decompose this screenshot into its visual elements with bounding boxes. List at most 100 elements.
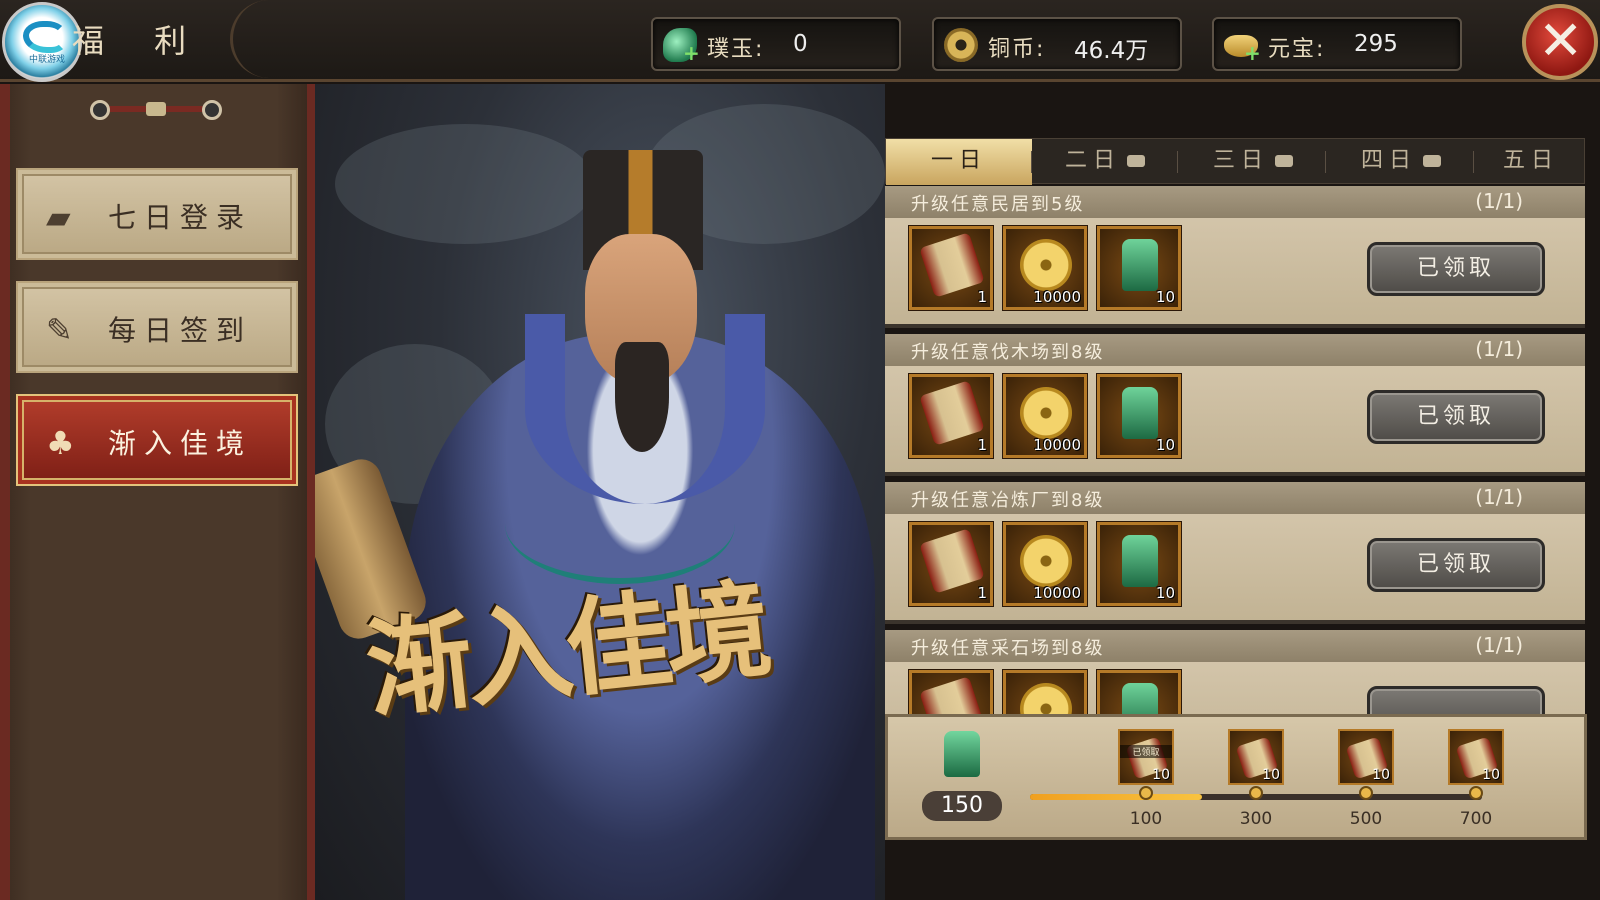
close-button[interactable]: ✕	[1522, 4, 1598, 80]
reward-item[interactable]	[909, 670, 993, 714]
milestone-reward-700[interactable]: 10	[1448, 729, 1504, 785]
milestone-node	[1359, 786, 1373, 800]
jade-value: 0	[793, 31, 808, 57]
tab-day-1[interactable]: 一日	[886, 139, 1032, 185]
ingot-value: 295	[1354, 31, 1398, 57]
ingot-label: 元宝:	[1268, 37, 1326, 62]
task-list[interactable]: 升级任意民居到5级 (1/1) 1 10000 10 已领取 升级任意伐木场到8…	[885, 186, 1587, 714]
jade-lantern-icon	[1122, 387, 1158, 439]
task-card: 升级任意民居到5级 (1/1) 1 10000 10 已领取	[885, 186, 1585, 328]
jade-resource[interactable]: + 璞玉: 0	[651, 17, 901, 71]
tab-day-4[interactable]: 四日	[1328, 139, 1474, 185]
milestone-fill	[1030, 794, 1202, 800]
reward-qty: 10	[1155, 288, 1175, 306]
copper-coin-icon	[944, 28, 978, 62]
reward-item[interactable]: 10000	[1003, 522, 1087, 606]
sidebar-item-label: 七日登录	[108, 201, 253, 234]
task-name: 升级任意冶炼厂到8级	[911, 490, 1105, 511]
reward-item[interactable]: 10000	[1003, 226, 1087, 310]
claimed-stamp: 已领取	[1120, 745, 1172, 758]
day-tabs: 一日 二日 三日 四日 五日	[885, 138, 1586, 185]
task-name: 升级任意民居到5级	[911, 194, 1085, 215]
task-name: 升级任意伐木场到8级	[911, 342, 1105, 363]
reward-item[interactable]: 1	[909, 374, 993, 458]
reward-qty: 10	[1155, 436, 1175, 454]
reward-item[interactable]: 1	[909, 226, 993, 310]
tab-label: 一日	[930, 148, 987, 173]
sidebar: ▰ 七日登录 ✎ 每日签到 ♣ 渐入佳境	[0, 84, 315, 900]
milestone-current: 150	[922, 791, 1002, 821]
reward-item[interactable]: 1	[909, 522, 993, 606]
reward-qty: 10	[1152, 767, 1170, 783]
reward-qty: 10	[1482, 767, 1500, 783]
milestone-reward-300[interactable]: 10	[1228, 729, 1284, 785]
task-panel: 一日 二日 三日 四日 五日 升级任意民居到5级 (1/1) 1 10000 1…	[885, 84, 1600, 900]
sidebar-item-progress-rewards[interactable]: ♣ 渐入佳境	[16, 394, 298, 486]
gift-box-icon	[1127, 155, 1145, 167]
tab-day-3[interactable]: 三日	[1180, 139, 1326, 185]
claimed-button[interactable]: 已领取	[1367, 242, 1545, 296]
task-header: 升级任意冶炼厂到8级 (1/1)	[885, 482, 1585, 514]
gold-coin-icon	[1020, 535, 1072, 587]
reward-item[interactable]: 10	[1097, 522, 1181, 606]
jade-lantern-icon	[1122, 535, 1158, 587]
gold-coin-icon	[1020, 683, 1072, 714]
hero-artwork: 渐入佳境	[315, 84, 885, 900]
claimed-button[interactable]: 已领取	[1367, 390, 1545, 444]
top-bar: 中联游戏 福 利 + 璞玉: 0 铜币: 46.4万 + 元宝: 295 ✕	[0, 0, 1600, 82]
milestone-node	[1139, 786, 1153, 800]
add-ingot-icon[interactable]: +	[1244, 43, 1261, 63]
reward-qty: 10	[1262, 767, 1280, 783]
milestone-reward-100[interactable]: 已领取 10	[1118, 729, 1174, 785]
gold-coin-icon	[1020, 387, 1072, 439]
copper-label: 铜币:	[988, 37, 1046, 62]
reward-qty: 1	[977, 584, 987, 602]
milestone-threshold: 500	[1349, 809, 1383, 829]
task-header: 升级任意民居到5级 (1/1)	[885, 186, 1585, 218]
close-icon: ✕	[1538, 9, 1584, 72]
page-title: 福 利	[72, 22, 207, 60]
sidebar-item-seven-day-login[interactable]: ▰ 七日登录	[16, 168, 298, 260]
logo-text: 中联游戏	[28, 55, 65, 65]
add-jade-icon[interactable]: +	[683, 43, 700, 63]
tab-label: 五日	[1502, 148, 1559, 173]
task-progress: (1/1)	[1475, 485, 1523, 509]
reward-qty: 10000	[1033, 288, 1081, 306]
reward-qty: 1	[977, 288, 987, 306]
reward-item[interactable]: 10000	[1003, 374, 1087, 458]
milestone-reward-500[interactable]: 10	[1338, 729, 1394, 785]
tab-label: 三日	[1212, 148, 1269, 173]
milestone-bar: 150 已领取 10 10 10 10 100 300 500 700	[885, 714, 1587, 840]
reward-qty: 10000	[1033, 436, 1081, 454]
decree-scroll-icon	[919, 380, 985, 446]
sidebar-item-label: 渐入佳境	[108, 427, 253, 460]
scroll-icon: ▰	[46, 198, 71, 236]
reward-item[interactable]: 10	[1097, 374, 1181, 458]
bell-icon: ♣	[46, 424, 75, 462]
reward-item[interactable]: 10	[1097, 226, 1181, 310]
reward-item[interactable]	[1097, 670, 1181, 714]
claimed-button[interactable]: 已领取	[1367, 538, 1545, 592]
jade-lantern-icon	[944, 731, 980, 777]
task-card: 升级任意采石场到8级 (1/1)	[885, 630, 1585, 714]
ingot-resource[interactable]: + 元宝: 295	[1212, 17, 1462, 71]
feather-icon: ✎	[46, 311, 73, 349]
claim-button[interactable]	[1367, 686, 1545, 714]
task-header: 升级任意伐木场到8级 (1/1)	[885, 334, 1585, 366]
task-progress: (1/1)	[1475, 633, 1523, 657]
task-name: 升级任意采石场到8级	[911, 638, 1105, 659]
jade-label: 璞玉:	[707, 37, 765, 62]
jade-lantern-icon	[1122, 239, 1158, 291]
hero-beard	[615, 342, 669, 452]
reward-item[interactable]	[1003, 670, 1087, 714]
reward-qty: 10000	[1033, 584, 1081, 602]
decree-scroll-icon	[919, 528, 985, 594]
sidebar-item-daily-checkin[interactable]: ✎ 每日签到	[16, 281, 298, 373]
tab-day-2[interactable]: 二日	[1032, 139, 1178, 185]
jade-lantern-icon	[1122, 683, 1158, 714]
task-header: 升级任意采石场到8级 (1/1)	[885, 630, 1585, 662]
title-ornament	[230, 0, 270, 78]
tab-day-5[interactable]: 五日	[1476, 139, 1586, 185]
reward-qty: 10	[1155, 584, 1175, 602]
sidebar-ornament	[90, 100, 222, 120]
